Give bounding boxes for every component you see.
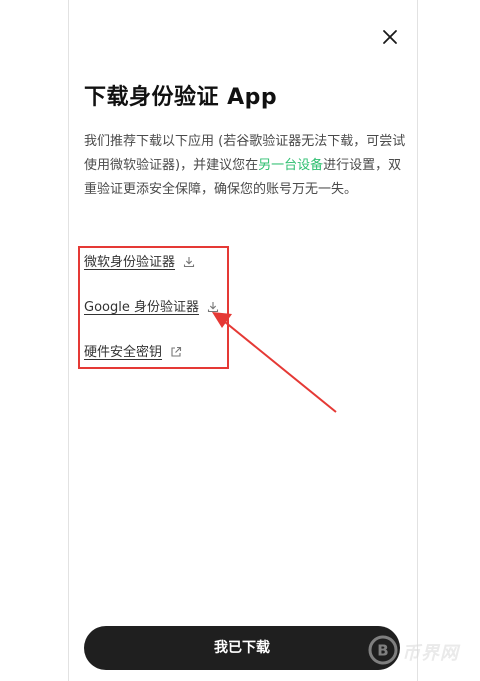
watermark-text: 币界网 xyxy=(402,643,459,664)
annotation-arrow xyxy=(212,312,337,413)
watermark: B 币界网 xyxy=(368,635,459,669)
svg-text:B: B xyxy=(377,642,388,660)
downloaded-button[interactable]: 我已下载 xyxy=(84,626,400,670)
bitcoin-logo-icon: B xyxy=(368,635,398,669)
